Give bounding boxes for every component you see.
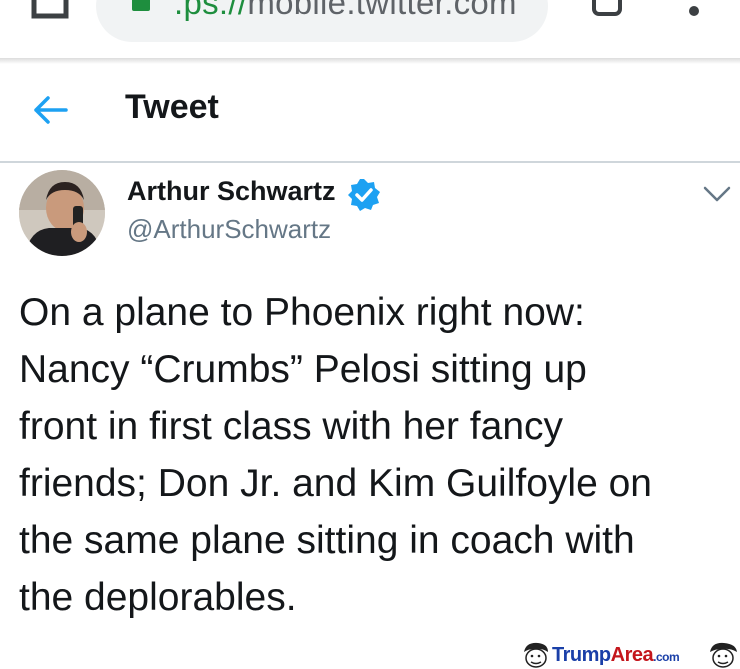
browser-toolbar: .ps://mobile.twitter.com 0 [0, 0, 740, 58]
url-host: mobile.twitter.com [247, 0, 517, 21]
avatar[interactable] [19, 170, 105, 256]
author-name[interactable]: Arthur Schwartz [127, 176, 336, 207]
more-vert-icon[interactable] [687, 2, 701, 22]
author-handle[interactable]: @ArthurSchwartz [127, 214, 331, 245]
page-title: Tweet [125, 88, 219, 126]
caricature-face-icon [519, 641, 551, 668]
arrow-left-icon[interactable] [32, 94, 68, 126]
verified-badge-icon [348, 179, 380, 211]
tweet-text: On a plane to Phoenix right now: Nancy “… [19, 291, 652, 619]
url-scheme: .ps:// [174, 0, 248, 21]
page-header: Tweet [0, 64, 740, 161]
url-text: .ps://mobile.twitter.com [174, 0, 517, 22]
tabs-icon[interactable]: 0 [592, 0, 622, 16]
watermark-brand-area: Area [610, 644, 654, 666]
lock-icon [132, 0, 150, 11]
watermark-text: TrumpArea.com [552, 644, 680, 667]
watermark-suffix: .com [653, 650, 680, 664]
watermark: TrumpArea.com [518, 640, 740, 669]
header-divider [0, 161, 740, 163]
tab-count: 0 [596, 0, 618, 6]
caricature-face-icon [707, 641, 739, 668]
home-icon[interactable] [30, 0, 70, 20]
avatar-image [19, 170, 105, 256]
address-bar[interactable]: .ps://mobile.twitter.com [96, 0, 548, 42]
watermark-brand-trump: Trump [552, 644, 611, 666]
chevron-down-icon[interactable] [702, 184, 732, 204]
